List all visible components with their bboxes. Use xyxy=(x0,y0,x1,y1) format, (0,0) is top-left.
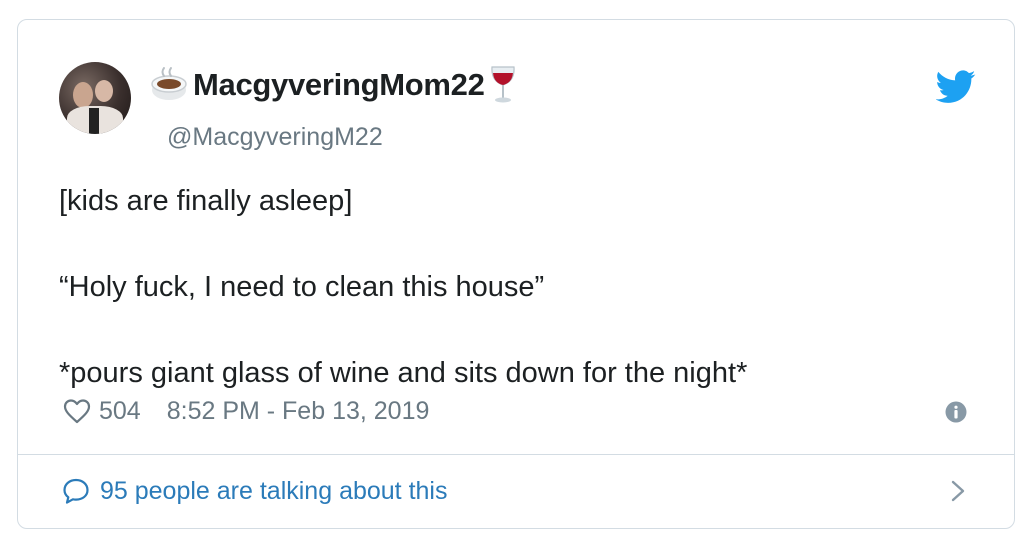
tweet-text-line: [kids are finally asleep] xyxy=(59,185,353,217)
tweet-meta: 504 8:52 PM - Feb 13, 2019 xyxy=(63,393,429,429)
conversation-link[interactable]: 95 people are talking about this xyxy=(62,473,447,509)
tweet-text-line: “Holy fuck, I need to clean this house” xyxy=(59,271,545,303)
author-name-row[interactable]: MacgyveringMom22 xyxy=(149,66,518,104)
tweet-card[interactable]: MacgyveringMom22 @MacgyveringM22 [kids a… xyxy=(17,19,1015,529)
chevron-right-icon[interactable] xyxy=(948,479,968,503)
like-count[interactable]: 504 xyxy=(99,397,141,426)
avatar[interactable] xyxy=(59,62,131,134)
display-name[interactable]: MacgyveringMom22 xyxy=(193,67,485,103)
tweet-text: [kids are finally asleep] “Holy fuck, I … xyxy=(59,180,979,395)
twitter-bird-icon[interactable] xyxy=(936,70,976,104)
hot-beverage-emoji-icon xyxy=(151,67,187,100)
tweet-text-line: *pours giant glass of wine and sits down… xyxy=(59,357,748,389)
wine-glass-emoji-icon xyxy=(490,66,515,103)
conversation-link-label[interactable]: 95 people are talking about this xyxy=(100,477,447,506)
author-handle[interactable]: @MacgyveringM22 xyxy=(167,123,383,152)
speech-bubble-icon xyxy=(63,478,89,504)
heart-icon[interactable] xyxy=(63,398,91,424)
timestamp[interactable]: 8:52 PM - Feb 13, 2019 xyxy=(167,397,430,426)
divider xyxy=(18,454,1014,455)
info-icon[interactable] xyxy=(945,401,967,423)
